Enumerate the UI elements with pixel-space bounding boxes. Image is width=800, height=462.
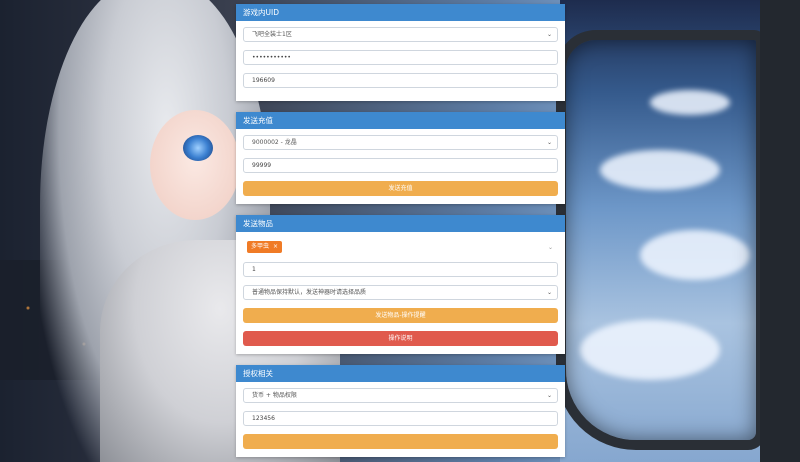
recharge-panel: 发送充值 9000002 - 龙晶 ⌄ 99999 发送充值: [236, 112, 565, 204]
panel-title: 发送物品: [236, 215, 565, 232]
server-select[interactable]: 飞吧全装士1区 ⌄: [243, 27, 558, 42]
quantity-input[interactable]: 1: [243, 262, 558, 277]
chevron-down-icon: ⌄: [546, 31, 552, 38]
chevron-down-icon: ⌄: [546, 392, 552, 399]
tag-remove-icon[interactable]: ×: [273, 243, 278, 250]
auth-submit-button[interactable]: [243, 434, 558, 449]
chevron-down-icon: ⌄: [546, 289, 552, 296]
chevron-down-icon: ⌄: [547, 244, 553, 251]
auth-code-input[interactable]: 123456: [243, 411, 558, 426]
cabin-wall: [760, 0, 800, 462]
currency-select[interactable]: 9000002 - 龙晶 ⌄: [243, 135, 558, 150]
chevron-down-icon: ⌄: [546, 139, 552, 146]
tag-label: 多甲虫: [251, 243, 270, 250]
auth-type-select-value: 货币 + 物品权限: [252, 392, 297, 399]
panel-title: 游戏内UID: [236, 4, 565, 21]
send-item-button[interactable]: 发送物品-操作提醒: [243, 308, 558, 323]
item-multiselect[interactable]: 多甲虫 × ⌄: [243, 238, 558, 256]
uid-panel: 游戏内UID 飞吧全装士1区 ⌄ ••••••••••• 196609: [236, 4, 565, 101]
quality-select[interactable]: 普通物品保持默认，发送神器时请选择品质 ⌄: [243, 285, 558, 300]
auth-type-select[interactable]: 货币 + 物品权限 ⌄: [243, 388, 558, 403]
character-face: [150, 110, 240, 220]
items-panel: 发送物品 多甲虫 × ⌄ 1 普通物品保持默认，发送神器时请选择品质 ⌄ 发送物品…: [236, 215, 565, 354]
password-input[interactable]: •••••••••••: [243, 50, 558, 65]
server-select-value: 飞吧全装士1区: [252, 31, 292, 38]
auth-panel: 授权相关 货币 + 物品权限 ⌄ 123456: [236, 365, 565, 457]
character-eye: [183, 135, 213, 161]
quality-select-value: 普通物品保持默认，发送神器时请选择品质: [252, 289, 367, 296]
panel-title: 发送充值: [236, 112, 565, 129]
panel-title: 授权相关: [236, 365, 565, 382]
selected-item-tag: 多甲虫 ×: [247, 241, 283, 253]
amount-input[interactable]: 99999: [243, 158, 558, 173]
send-recharge-button[interactable]: 发送充值: [243, 181, 558, 196]
panel-column: 游戏内UID 飞吧全装士1区 ⌄ ••••••••••• 196609 发送充值…: [236, 4, 565, 462]
instructions-button[interactable]: 操作说明: [243, 331, 558, 346]
airplane-window: [556, 30, 766, 450]
currency-select-value: 9000002 - 龙晶: [252, 139, 297, 146]
uid-input[interactable]: 196609: [243, 73, 558, 88]
